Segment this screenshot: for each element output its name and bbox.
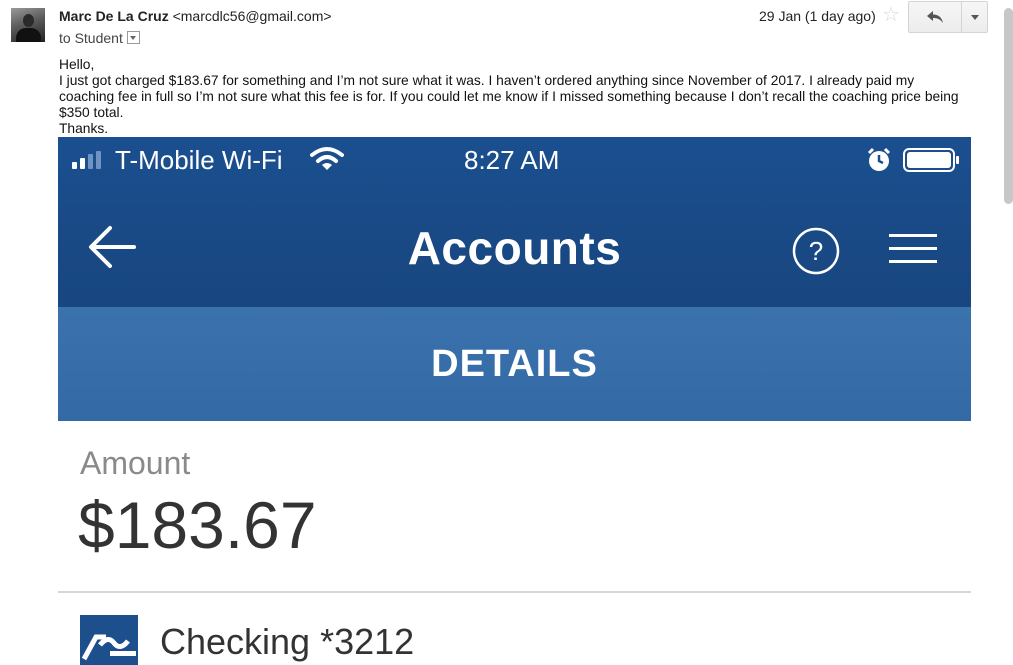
chevron-down-icon [970, 14, 979, 20]
show-details-icon[interactable] [126, 31, 140, 44]
sign-off: Thanks. [59, 121, 109, 136]
sender-name: Marc De La Cruz [59, 8, 169, 24]
divider [58, 591, 971, 593]
recipient-line: to Student [59, 30, 140, 46]
amount-label: Amount [80, 445, 191, 481]
svg-text:?: ? [809, 236, 823, 266]
greeting: Hello, [59, 57, 95, 72]
app-header: T-Mobile Wi-Fi 8:27 AM Accounts ? [58, 137, 971, 307]
star-icon[interactable]: ☆ [882, 5, 900, 25]
status-bar: T-Mobile Wi-Fi 8:27 AM [58, 137, 971, 183]
sender-email: <marcdlc56@gmail.com> [172, 8, 332, 24]
attached-screenshot: T-Mobile Wi-Fi 8:27 AM Accounts ? DETAIL… [58, 137, 971, 665]
help-icon[interactable]: ? [792, 227, 840, 275]
sender-avatar [11, 8, 45, 42]
details-header: DETAILS [58, 307, 971, 421]
message-paragraph: I just got charged $183.67 for something… [59, 73, 959, 120]
nav-bar: Accounts ? [58, 207, 971, 291]
signal-strength-icon [72, 151, 101, 169]
reply-icon [927, 11, 943, 23]
reply-button-group [908, 1, 988, 33]
more-options-button[interactable] [962, 2, 987, 32]
reply-button[interactable] [909, 2, 962, 32]
scrollbar[interactable] [1004, 8, 1013, 204]
recipient-text: to Student [59, 30, 123, 46]
carrier-name: T-Mobile Wi-Fi [115, 145, 283, 175]
status-time: 8:27 AM [464, 145, 560, 175]
amount-value: $183.67 [78, 488, 317, 562]
email-date: 29 Jan (1 day ago) [759, 8, 876, 24]
menu-icon[interactable] [889, 234, 937, 264]
bank-logo [80, 615, 138, 665]
alarm-icon [867, 147, 891, 171]
wifi-icon [310, 147, 344, 170]
sender-line: Marc De La Cruz <marcdlc56@gmail.com> [59, 8, 332, 24]
details-title: DETAILS [431, 342, 598, 385]
account-name: Checking *3212 [160, 621, 415, 662]
battery-icon [903, 148, 959, 172]
email-body: Hello, I just got charged $183.67 for so… [59, 57, 959, 137]
